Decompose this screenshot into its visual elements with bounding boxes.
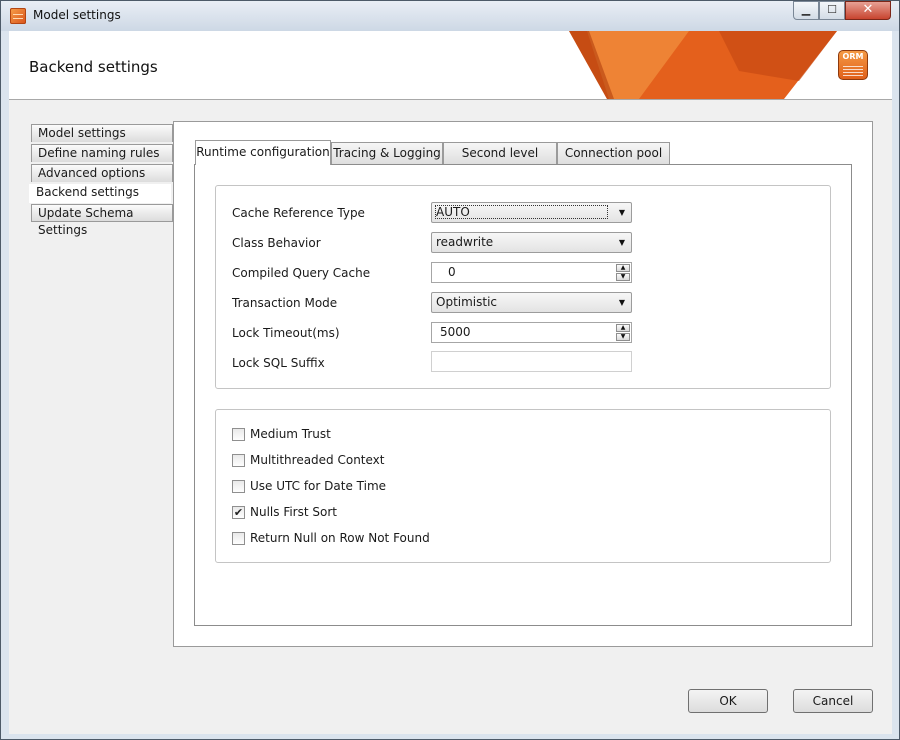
transaction-mode-value: Optimistic: [436, 295, 498, 309]
dropdown-arrow-icon: ▼: [618, 238, 626, 247]
sidebar-item-update-schema-settings[interactable]: Update Schema Settings: [31, 204, 173, 237]
checkbox-label: Return Null on Row Not Found: [250, 531, 430, 545]
app-icon: [10, 8, 26, 24]
class-behavior-label: Class Behavior: [232, 236, 321, 250]
checkbox-label: Use UTC for Date Time: [250, 479, 387, 493]
tab-runtime-configuration[interactable]: Runtime configuration: [195, 140, 331, 165]
compiled-query-cache-label: Compiled Query Cache: [232, 266, 371, 280]
lock-timeout-stepper[interactable]: 5000 ▲ ▼: [431, 322, 632, 343]
model-settings-window: Model settings ▁ ☐ ✕ Backend settings OR…: [0, 0, 900, 740]
transaction-mode-select[interactable]: Optimistic ▼: [431, 292, 632, 313]
sidebar-item-backend-settings[interactable]: Backend settings: [29, 184, 171, 203]
check-mark-icon[interactable]: ✔: [232, 506, 245, 519]
window-title: Model settings: [33, 8, 121, 22]
spin-up-icon[interactable]: ▲: [616, 324, 630, 332]
tab-connection-pool[interactable]: Connection pool: [557, 142, 670, 164]
checkbox-box[interactable]: [232, 532, 245, 545]
sidebar-item-model-settings[interactable]: Model settings: [31, 124, 173, 142]
lock-sql-suffix-input[interactable]: [431, 351, 632, 372]
compiled-query-cache-stepper[interactable]: 0 ▲ ▼: [431, 262, 632, 283]
page-header: Backend settings ORM: [9, 31, 892, 100]
cancel-button[interactable]: Cancel: [793, 689, 873, 713]
cache-reference-type-label: Cache Reference Type: [232, 206, 365, 220]
minimize-button[interactable]: ▁: [793, 1, 819, 20]
ok-button[interactable]: OK: [688, 689, 768, 713]
spin-down-icon[interactable]: ▼: [616, 273, 630, 281]
checkbox-label: Medium Trust: [250, 427, 331, 441]
tab-tracing-logging[interactable]: Tracing & Logging: [331, 142, 443, 164]
tab-second-level-cache[interactable]: Second level cache: [443, 142, 557, 180]
spin-down-icon[interactable]: ▼: [616, 333, 630, 341]
maximize-button[interactable]: ☐: [819, 1, 845, 20]
cache-reference-type-value: AUTO: [436, 205, 470, 219]
class-behavior-value: readwrite: [436, 235, 494, 249]
lock-timeout-value[interactable]: 5000: [440, 325, 471, 339]
checkbox-box[interactable]: [232, 454, 245, 467]
title-bar[interactable]: Model settings ▁ ☐ ✕: [1, 1, 899, 31]
orm-logo-icon: ORM: [838, 50, 868, 80]
checkbox-label: Nulls First Sort: [250, 505, 337, 519]
checkbox-label: Multithreaded Context: [250, 453, 385, 467]
close-button[interactable]: ✕: [845, 1, 891, 20]
checkbox-box[interactable]: [232, 480, 245, 493]
page-title: Backend settings: [29, 58, 158, 76]
dropdown-arrow-icon: ▼: [618, 298, 626, 307]
dialog-client-area: Backend settings ORM Model settings Defi…: [9, 31, 892, 734]
transaction-mode-label: Transaction Mode: [232, 296, 338, 310]
checkbox-box[interactable]: [232, 428, 245, 441]
sidebar-item-advanced-options[interactable]: Advanced options: [31, 164, 173, 182]
spin-up-icon[interactable]: ▲: [616, 264, 630, 272]
orm-logo-text: ORM: [842, 52, 864, 61]
lock-sql-suffix-label: Lock SQL Suffix: [232, 356, 325, 370]
dropdown-arrow-icon: ▼: [618, 208, 626, 217]
cache-reference-type-select[interactable]: AUTO ▼: [431, 202, 632, 223]
class-behavior-select[interactable]: readwrite ▼: [431, 232, 632, 253]
sidebar-item-define-naming-rules[interactable]: Define naming rules: [31, 144, 173, 162]
lock-timeout-label: Lock Timeout(ms): [232, 326, 340, 340]
compiled-query-cache-value[interactable]: 0: [448, 265, 456, 279]
